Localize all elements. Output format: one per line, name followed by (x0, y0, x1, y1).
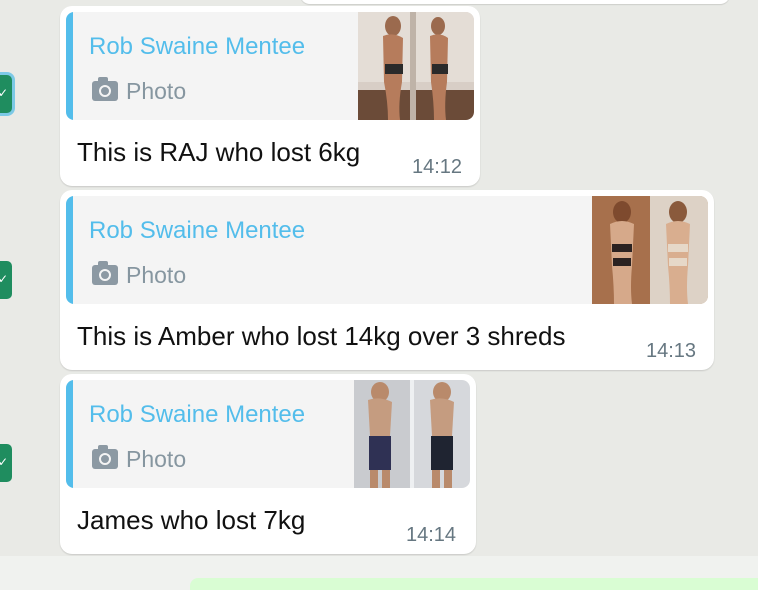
quote-media-label: Photo (92, 445, 186, 473)
quoted-message[interactable]: Rob Swaine Mentee Photo (66, 380, 470, 488)
quoted-message[interactable]: Rob Swaine Mentee Photo (66, 196, 708, 304)
check-badge-icon[interactable]: ✓ (0, 75, 12, 113)
quote-media-label: Photo (92, 77, 186, 105)
message-time: 14:13 (646, 340, 697, 362)
quote-accent-bar (66, 12, 73, 120)
quoted-message[interactable]: Rob Swaine Mentee Photo (66, 12, 474, 120)
message-bubble[interactable]: Rob Swaine Mentee Photo This is Amber wh… (60, 190, 714, 370)
camera-icon (92, 77, 118, 101)
previous-message-edge (300, 0, 730, 4)
photo-thumbnail[interactable] (358, 12, 474, 120)
message-time: 14:14 (406, 524, 457, 546)
message-bubble[interactable]: Rob Swaine Mentee Photo James who lost 7… (60, 374, 476, 554)
check-badge-icon[interactable]: ✓ (0, 444, 12, 482)
message-time: 14:12 (412, 156, 463, 178)
message-text: This is Amber who lost 14kg over 3 shred… (77, 321, 566, 351)
message-text: James who lost 7kg (77, 505, 306, 535)
quote-accent-bar (66, 380, 73, 488)
quote-accent-bar (66, 196, 73, 304)
quote-author: Rob Swaine Mentee (89, 401, 306, 428)
quote-author: Rob Swaine Mentee (89, 217, 306, 244)
outgoing-message-edge (190, 578, 758, 590)
photo-thumbnail[interactable] (354, 380, 470, 488)
quote-author: Rob Swaine Mentee (89, 33, 306, 60)
message-text: This is RAJ who lost 6kg (77, 137, 361, 167)
camera-icon (92, 445, 118, 469)
photo-thumbnail[interactable] (592, 196, 708, 304)
message-bubble[interactable]: Rob Swaine Mentee Photo This is RAJ who … (60, 6, 480, 186)
quote-media-label: Photo (92, 261, 186, 289)
camera-icon (92, 261, 118, 285)
check-badge-icon[interactable]: ✓ (0, 261, 12, 299)
